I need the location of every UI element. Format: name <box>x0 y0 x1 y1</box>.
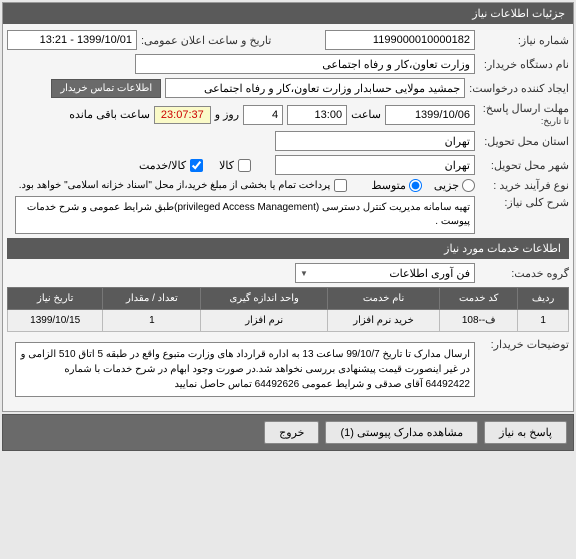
th-qty: تعداد / مقدار <box>103 288 201 310</box>
table-header-row: ردیف کد خدمت نام خدمت واحد اندازه گیری ت… <box>8 288 569 310</box>
payment-checkbox[interactable] <box>334 179 347 192</box>
need-desc-label: شرح کلی نیاز: <box>479 196 569 209</box>
city-label: شهر محل تحویل: <box>479 159 569 172</box>
goods-service-label: کالا/خدمت <box>139 159 186 172</box>
province-input[interactable] <box>275 131 475 151</box>
days-label: روز و <box>215 108 239 121</box>
goods-service-checkbox[interactable] <box>190 159 203 172</box>
buyer-notes-label: توضیحات خریدار: <box>479 338 569 351</box>
buyer-notes-box[interactable]: ارسال مدارک تا تاریخ 99/10/7 ساعت 13 به … <box>15 342 475 397</box>
service-group-label: گروه خدمت: <box>479 267 569 280</box>
th-date: تاریخ نیاز <box>8 288 103 310</box>
city-input[interactable] <box>275 155 475 175</box>
service-group-dropdown[interactable]: فن آوری اطلاعات <box>295 263 475 283</box>
province-label: استان محل تحویل: <box>479 135 569 148</box>
th-name: نام خدمت <box>327 288 439 310</box>
panel-title: جزئیات اطلاعات نیاز <box>3 3 573 24</box>
need-desc-box[interactable]: تهیه سامانه مدیریت کنترل دسترسی (privile… <box>15 196 475 234</box>
main-panel: جزئیات اطلاعات نیاز شماره نیاز: تاریخ و … <box>2 2 574 412</box>
need-number-label: شماره نیاز: <box>479 34 569 47</box>
goods-checkbox[interactable] <box>238 159 251 172</box>
deadline-label: مهلت ارسال پاسخ:تا تاریخ: <box>479 102 569 127</box>
countdown-timer: 23:07:37 <box>154 106 211 124</box>
reply-button[interactable]: پاسخ به نیاز <box>484 421 567 444</box>
table-row[interactable]: 1 ف--108 خرید نرم افزار نرم افزار 1 1399… <box>8 310 569 332</box>
creator-input[interactable] <box>165 78 465 98</box>
th-code: کد خدمت <box>440 288 518 310</box>
radio-medium[interactable] <box>409 179 422 192</box>
remaining-label: ساعت باقی مانده <box>69 108 150 121</box>
attachments-button[interactable]: مشاهده مدارک پیوستی (1) <box>325 421 478 444</box>
button-bar: پاسخ به نیاز مشاهده مدارک پیوستی (1) خرو… <box>2 414 574 451</box>
exit-button[interactable]: خروج <box>264 421 319 444</box>
time-label: ساعت <box>351 108 381 121</box>
th-row: ردیف <box>518 288 569 310</box>
radio-small[interactable] <box>462 179 475 192</box>
purchase-type-label: نوع فرآیند خرید : <box>479 179 569 192</box>
deadline-date-input[interactable] <box>385 105 475 125</box>
announce-dt-input[interactable] <box>7 30 137 50</box>
deadline-time-input[interactable] <box>287 105 347 125</box>
buyer-org-label: نام دستگاه خریدار: <box>479 58 569 71</box>
th-unit: واحد اندازه گیری <box>201 288 328 310</box>
services-section-header: اطلاعات خدمات مورد نیاز <box>7 238 569 259</box>
need-number-input[interactable] <box>325 30 475 50</box>
creator-label: ایجاد کننده درخواست: <box>469 82 569 95</box>
goods-label: کالا <box>219 159 234 172</box>
announce-dt-label: تاریخ و ساعت اعلان عمومی: <box>141 34 271 47</box>
payment-note: پرداخت تمام یا بخشی از مبلغ خرید،از محل … <box>19 180 331 191</box>
services-table: ردیف کد خدمت نام خدمت واحد اندازه گیری ت… <box>7 287 569 332</box>
days-input[interactable] <box>243 105 283 125</box>
buyer-contact-button[interactable]: اطلاعات تماس خریدار <box>51 79 161 98</box>
buyer-org-input[interactable] <box>135 54 475 74</box>
form-body: شماره نیاز: تاریخ و ساعت اعلان عمومی: نا… <box>3 24 573 411</box>
